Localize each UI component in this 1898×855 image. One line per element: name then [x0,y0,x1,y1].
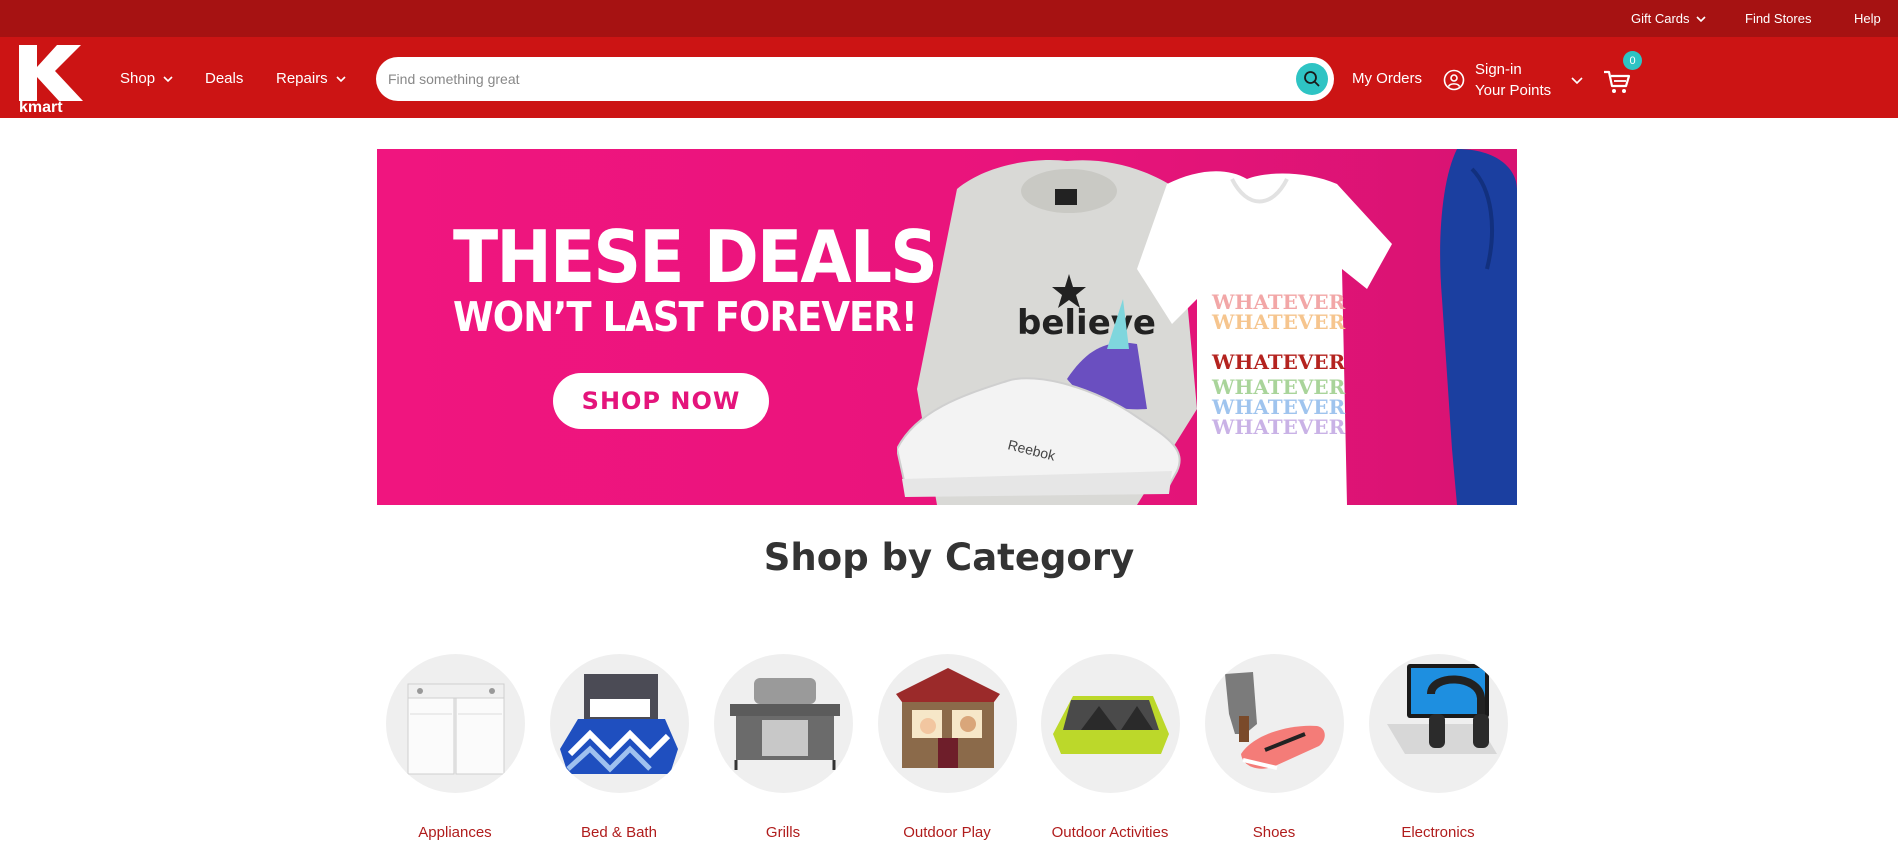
your-points-label: Your Points [1475,82,1552,99]
bedding-image [560,674,678,774]
grill-image [730,678,840,770]
gift-cards-link[interactable]: Gift Cards [1631,11,1706,26]
help-label: Help [1854,11,1881,26]
help-link[interactable]: Help [1854,11,1881,26]
category-image [714,654,853,793]
logo-wordmark: kmart [19,99,63,113]
chevron-down-icon [336,75,346,82]
category-image [550,654,689,793]
category-label: Outdoor Activities [1051,824,1169,841]
gift-cards-label: Gift Cards [1631,11,1690,26]
find-stores-label: Find Stores [1745,11,1812,26]
washer-dryer-image [407,683,505,775]
category-section-title: Shop by Category [763,536,1135,579]
tent-image [1053,696,1169,754]
chevron-down-icon [1695,15,1706,22]
category-label: Appliances [418,824,492,841]
hero-subheadline: WON’T LAST FOREVER! [453,293,918,341]
cart-count-badge: 0 [1623,51,1642,70]
signin-text: Sign-in Your Points [1475,59,1551,101]
electronics-image [1387,664,1497,754]
tee-print-line-5: WHATEVER [1211,415,1346,439]
category-label: Bed & Bath [581,824,657,841]
cart-button[interactable]: 0 [1603,51,1643,99]
signin-label: Sign-in [1475,61,1522,78]
sweatshirt-print: believe [1017,303,1156,343]
category-label: Shoes [1252,824,1296,841]
category-image [1369,654,1508,793]
nav-deals[interactable]: Deals [205,70,243,87]
find-stores-link[interactable]: Find Stores [1745,11,1811,26]
search-bar [376,57,1334,101]
nav-shop[interactable]: Shop [120,70,173,87]
hero-headline: THESE DEALS [453,215,938,299]
search-input[interactable] [388,57,1268,101]
shop-now-button[interactable]: SHOP NOW [553,373,769,429]
hero-banner[interactable]: THESE DEALS WON’T LAST FOREVER! SHOP NOW… [377,149,1517,505]
category-image [386,654,525,793]
search-button[interactable] [1296,63,1328,95]
kmart-k-icon: kmart [19,45,83,116]
hero-apparel-image: believe WHATEVER WHATEVER WHATEVER WHATE… [897,149,1517,505]
main-header: kmart Shop Deals Repairs My Orders Sign-… [0,37,1898,118]
category-label: Outdoor Play [903,824,991,841]
chevron-down-icon [163,75,173,82]
nav-repairs[interactable]: Repairs [276,70,346,87]
category-image [878,654,1017,793]
tee-print-main: WHATEVER [1211,350,1346,374]
category-label: Grills [765,824,801,841]
kmart-logo[interactable]: kmart [19,45,85,116]
playhouse-image [896,668,1000,768]
chevron-down-icon [1571,77,1583,84]
nav-repairs-label: Repairs [276,70,328,87]
user-icon [1443,69,1465,91]
category-image [1205,654,1344,793]
category-list: Appliances Bed & Bath Grills Outdoor Pla… [0,654,1898,855]
category-image [1041,654,1180,793]
shoes-image [1225,672,1325,770]
nav-shop-label: Shop [120,70,156,87]
my-orders-link[interactable]: My Orders [1352,70,1422,87]
category-label: Electronics [1401,824,1475,841]
tee-print-line-2: WHATEVER [1211,310,1346,334]
nav-deals-label: Deals [205,70,244,87]
utility-bar: Gift Cards Find Stores Help [0,0,1898,37]
signin-menu[interactable]: Sign-in Your Points [1443,59,1583,101]
shopping-cart-icon [1604,70,1631,93]
search-icon [1304,71,1320,87]
